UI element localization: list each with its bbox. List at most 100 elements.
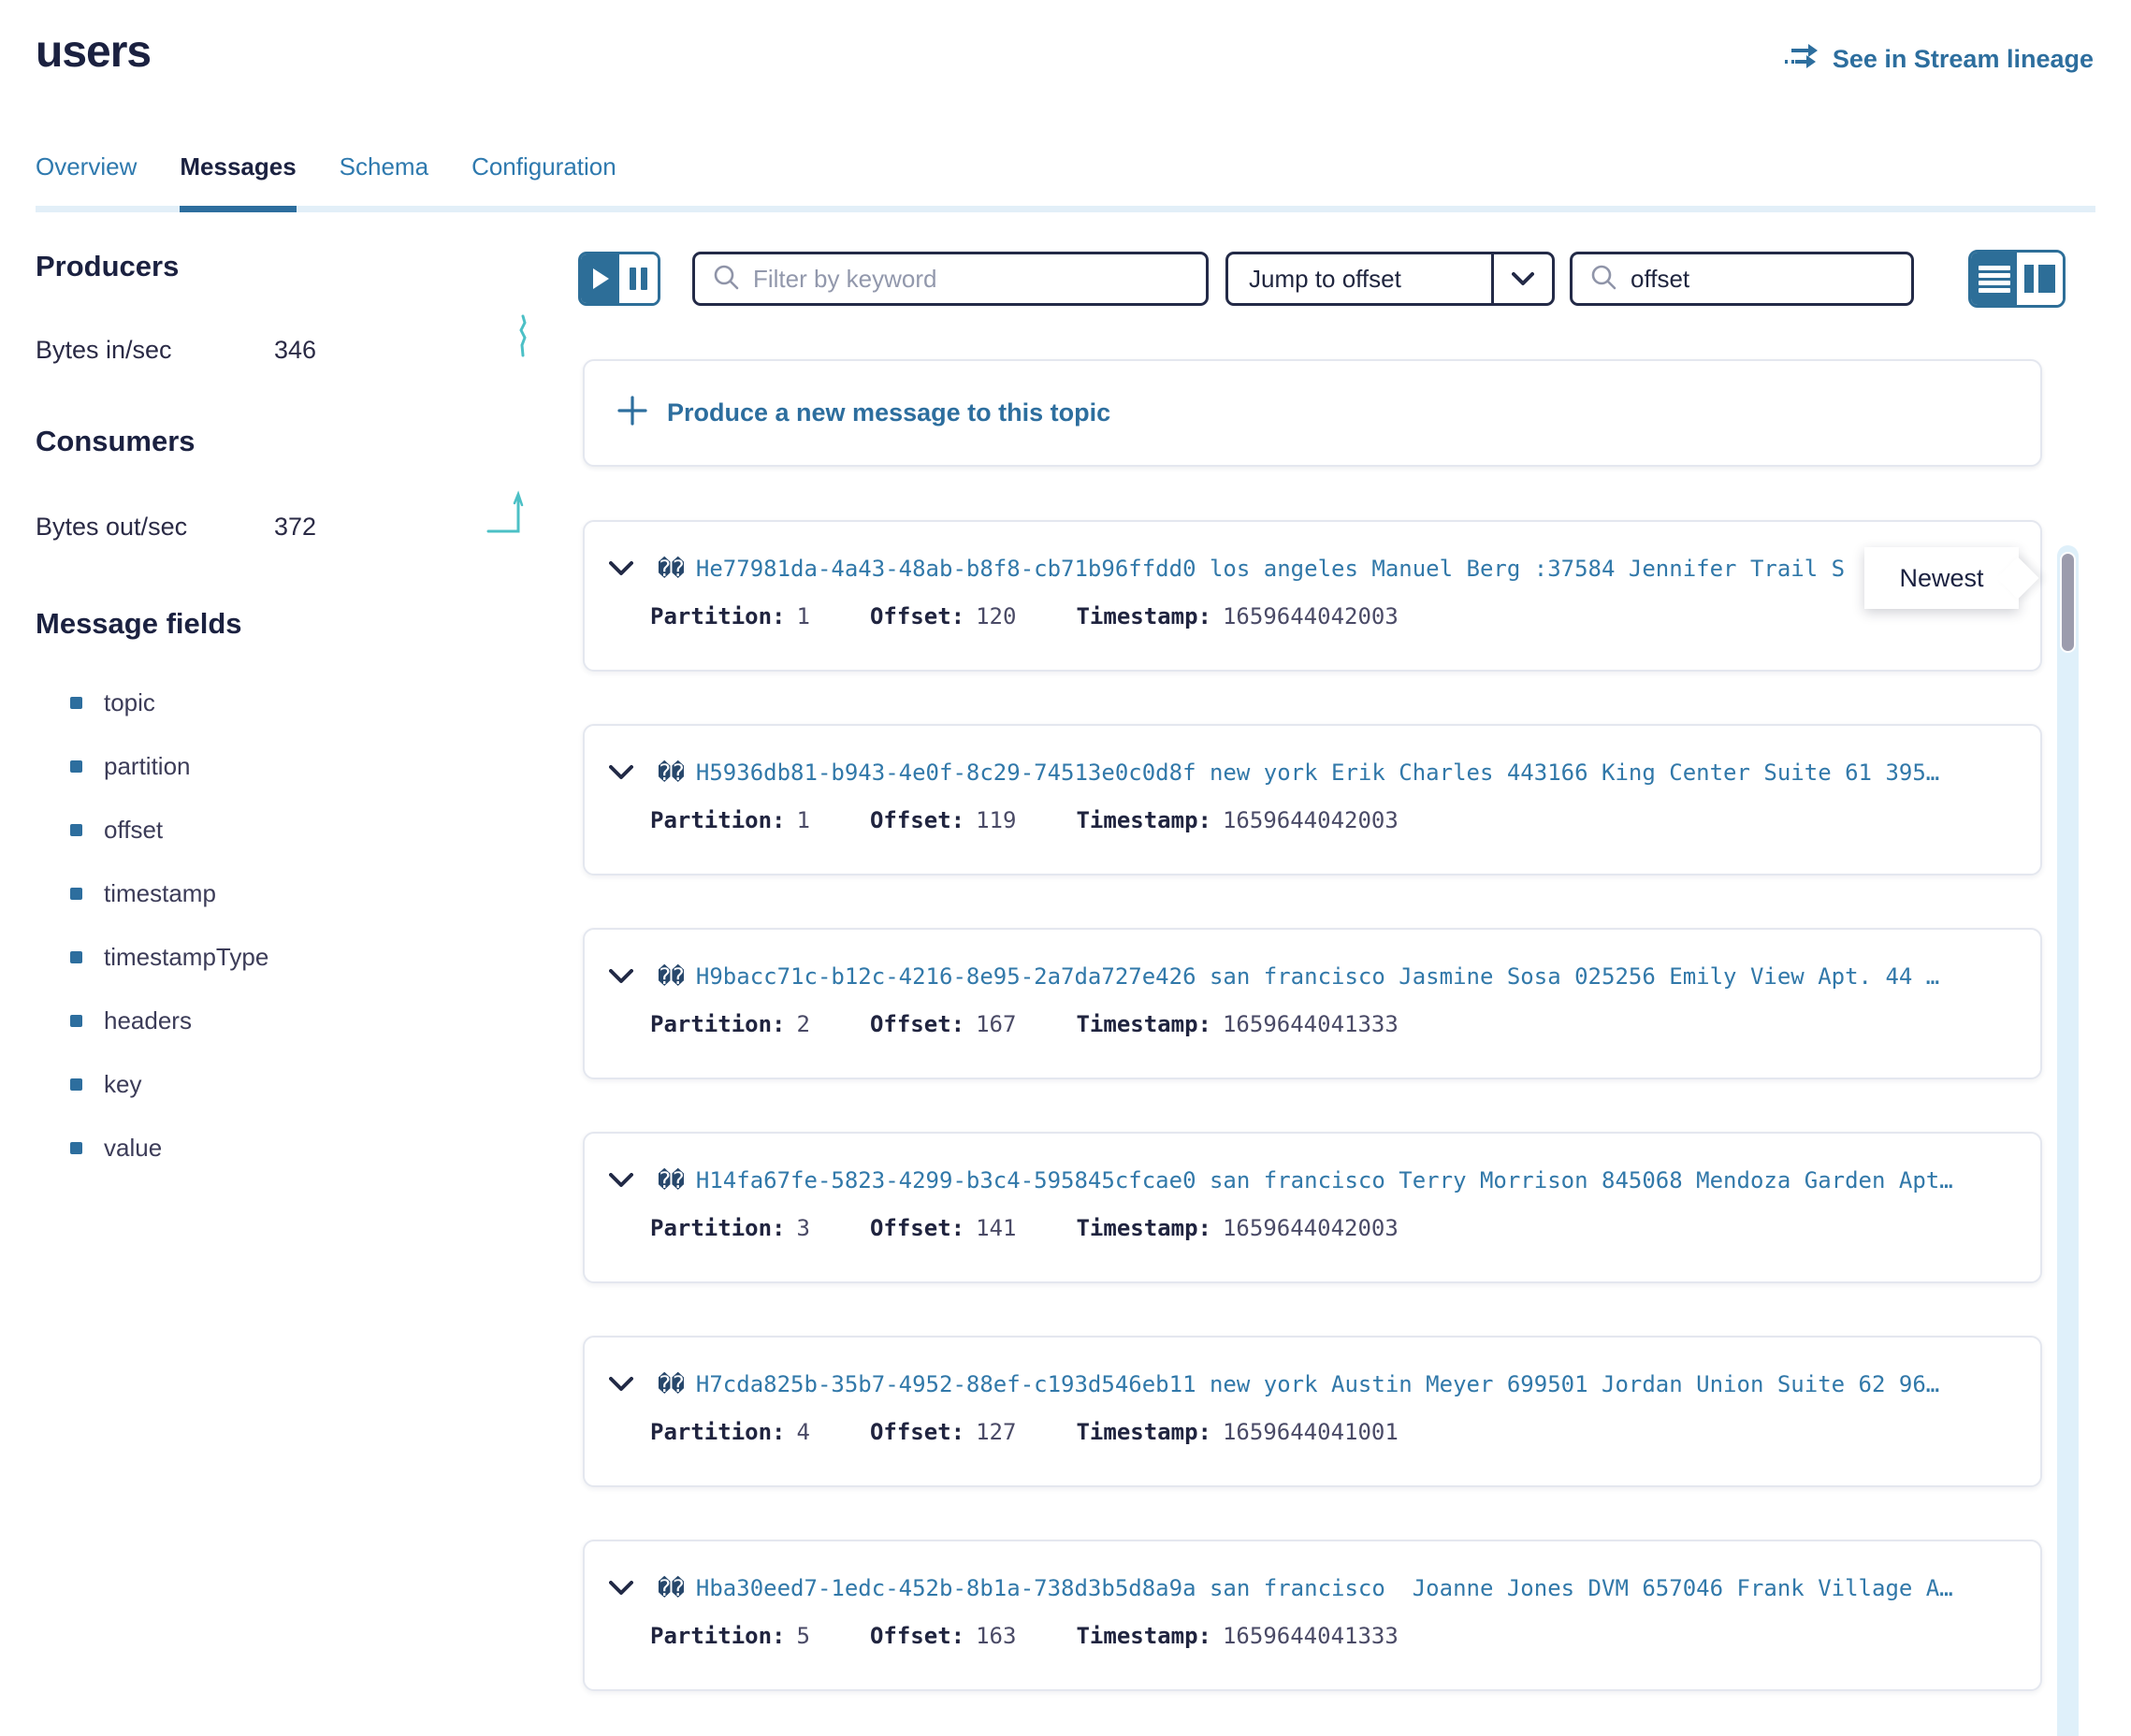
- filter-keyword-input[interactable]: [751, 264, 1189, 295]
- tab-underline-track: [36, 206, 2095, 212]
- offset-search-box: [1570, 252, 1914, 306]
- message-list: �� He77981da-4a43-48ab-b8f8-cb71b96ffdd0…: [583, 520, 2066, 1691]
- newest-tooltip-label: Newest: [1899, 564, 1983, 593]
- field-item-offset[interactable]: offset: [70, 798, 541, 861]
- tab-overview[interactable]: Overview: [36, 152, 137, 206]
- message-card: �� H5936db81-b943-4e0f-8c29-74513e0c0d8f…: [583, 724, 2042, 875]
- field-bullet: [70, 888, 82, 900]
- field-bullet: [70, 951, 82, 963]
- timestamp-value: 1659644041001: [1223, 1419, 1399, 1445]
- expand-chevron-icon[interactable]: [607, 965, 635, 988]
- offset-value: 141: [976, 1215, 1016, 1241]
- filter-input-box: [692, 252, 1209, 306]
- timestamp-field: Timestamp:1659644041001: [1076, 1419, 1398, 1445]
- field-item-timestamp[interactable]: timestamp: [70, 861, 541, 925]
- play-button[interactable]: [581, 254, 619, 303]
- field-item-topic[interactable]: topic: [70, 671, 541, 734]
- bytes-in-value: 346: [274, 336, 316, 365]
- stream-lineage-label: See in Stream lineage: [1833, 45, 2094, 74]
- topic-page: users See in Stream lineage Overview Mes…: [0, 0, 2131, 1736]
- header: users See in Stream lineage: [0, 0, 2131, 78]
- produce-message-button[interactable]: Produce a new message to this topic: [583, 359, 2042, 467]
- message-meta: Partition:1 Offset:119 Timestamp:1659644…: [650, 807, 2025, 833]
- stream-lineage-link[interactable]: See in Stream lineage: [1784, 41, 2094, 78]
- expand-chevron-icon[interactable]: [607, 761, 635, 784]
- partition-value: 5: [797, 1623, 810, 1649]
- key-prefix-glyphs: ��: [658, 963, 685, 990]
- key-prefix-glyphs: ��: [658, 760, 685, 786]
- messages-toolbar: Jump to offset: [569, 250, 2066, 308]
- message-key[interactable]: Hba30eed7-1edc-452b-8b1a-738d3b5d8a9a sa…: [696, 1575, 1953, 1601]
- tab-messages[interactable]: Messages: [180, 152, 296, 206]
- scrollbar-track[interactable]: [2057, 545, 2079, 1736]
- scrollbar-thumb[interactable]: [2060, 552, 2076, 653]
- pause-button[interactable]: [619, 254, 658, 303]
- jump-to-offset-select[interactable]: Jump to offset: [1225, 252, 1555, 306]
- field-item-partition[interactable]: partition: [70, 734, 541, 798]
- search-icon: [1589, 263, 1617, 296]
- timestamp-field: Timestamp:1659644042003: [1076, 1215, 1398, 1241]
- offset-field: Offset:119: [870, 807, 1017, 833]
- consumers-heading: Consumers: [36, 425, 541, 458]
- field-bullet: [70, 1142, 82, 1154]
- offset-input[interactable]: [1629, 264, 1894, 295]
- message-card: �� Hba30eed7-1edc-452b-8b1a-738d3b5d8a9a…: [583, 1540, 2042, 1691]
- offset-value: 167: [976, 1011, 1016, 1037]
- message-meta: Partition:1 Offset:120 Timestamp:1659644…: [650, 603, 2025, 629]
- field-label: topic: [104, 688, 155, 717]
- key-prefix-glyphs: ��: [658, 1575, 685, 1601]
- field-item-timestampType[interactable]: timestampType: [70, 925, 541, 989]
- field-bullet: [70, 760, 82, 773]
- tab-configuration[interactable]: Configuration: [471, 152, 616, 206]
- field-item-value[interactable]: value: [70, 1116, 541, 1179]
- message-card: �� H9bacc71c-b12c-4216-8e95-2a7da727e426…: [583, 928, 2042, 1079]
- partition-field: Partition:5: [650, 1623, 810, 1649]
- producers-heading: Producers: [36, 250, 541, 283]
- message-key[interactable]: H14fa67fe-5823-4299-b3c4-595845cfcae0 sa…: [696, 1167, 1953, 1194]
- timestamp-field: Timestamp:1659644042003: [1076, 603, 1398, 629]
- message-meta: Partition:2 Offset:167 Timestamp:1659644…: [650, 1011, 2025, 1037]
- bytes-in-metric: Bytes in/sec 346: [36, 313, 541, 365]
- chevron-down-icon[interactable]: [1494, 272, 1552, 286]
- field-item-key[interactable]: key: [70, 1052, 541, 1116]
- timestamp-field: Timestamp:1659644042003: [1076, 807, 1398, 833]
- message-card: �� H14fa67fe-5823-4299-b3c4-595845cfcae0…: [583, 1132, 2042, 1283]
- timestamp-value: 1659644041333: [1223, 1623, 1399, 1649]
- field-label: timestampType: [104, 943, 268, 972]
- offset-value: 120: [976, 603, 1016, 629]
- expand-chevron-icon[interactable]: [607, 1169, 635, 1192]
- partition-field: Partition:4: [650, 1419, 810, 1445]
- field-label: partition: [104, 752, 191, 781]
- offset-field: Offset:167: [870, 1011, 1017, 1037]
- bytes-out-value: 372: [274, 513, 316, 542]
- split-view-button[interactable]: [2017, 253, 2063, 305]
- offset-field: Offset:120: [870, 603, 1017, 629]
- offset-field: Offset:141: [870, 1215, 1017, 1241]
- expand-chevron-icon[interactable]: [607, 557, 635, 580]
- bytes-out-sparkline: [486, 488, 529, 542]
- message-key[interactable]: H7cda825b-35b7-4952-88ef-c193d546eb11 ne…: [696, 1371, 1939, 1397]
- field-bullet: [70, 1078, 82, 1091]
- message-key[interactable]: H9bacc71c-b12c-4216-8e95-2a7da727e426 sa…: [696, 963, 1939, 990]
- field-label: value: [104, 1134, 162, 1163]
- message-key[interactable]: H5936db81-b943-4e0f-8c29-74513e0c0d8f ne…: [696, 760, 1939, 786]
- field-bullet: [70, 1015, 82, 1027]
- message-key[interactable]: He77981da-4a43-48ab-b8f8-cb71b96ffdd0 lo…: [696, 556, 1845, 582]
- list-view-button[interactable]: [1971, 253, 2017, 305]
- tab-schema[interactable]: Schema: [340, 152, 428, 206]
- jump-to-offset-value: Jump to offset: [1228, 265, 1491, 294]
- page-title: users: [36, 26, 151, 78]
- message-meta: Partition:4 Offset:127 Timestamp:1659644…: [650, 1419, 2025, 1445]
- bytes-out-label: Bytes out/sec: [36, 513, 274, 542]
- list-view-icon: [1979, 263, 2010, 296]
- expand-chevron-icon[interactable]: [607, 1373, 635, 1396]
- partition-value: 3: [797, 1215, 810, 1241]
- field-item-headers[interactable]: headers: [70, 989, 541, 1052]
- expand-chevron-icon[interactable]: [607, 1577, 635, 1599]
- message-meta: Partition:5 Offset:163 Timestamp:1659644…: [650, 1623, 2025, 1649]
- timestamp-value: 1659644042003: [1223, 807, 1399, 833]
- timestamp-field: Timestamp:1659644041333: [1076, 1623, 1398, 1649]
- message-meta: Partition:3 Offset:141 Timestamp:1659644…: [650, 1215, 2025, 1241]
- key-prefix-glyphs: ��: [658, 1371, 685, 1397]
- messages-panel: Jump to offset: [569, 250, 2066, 1691]
